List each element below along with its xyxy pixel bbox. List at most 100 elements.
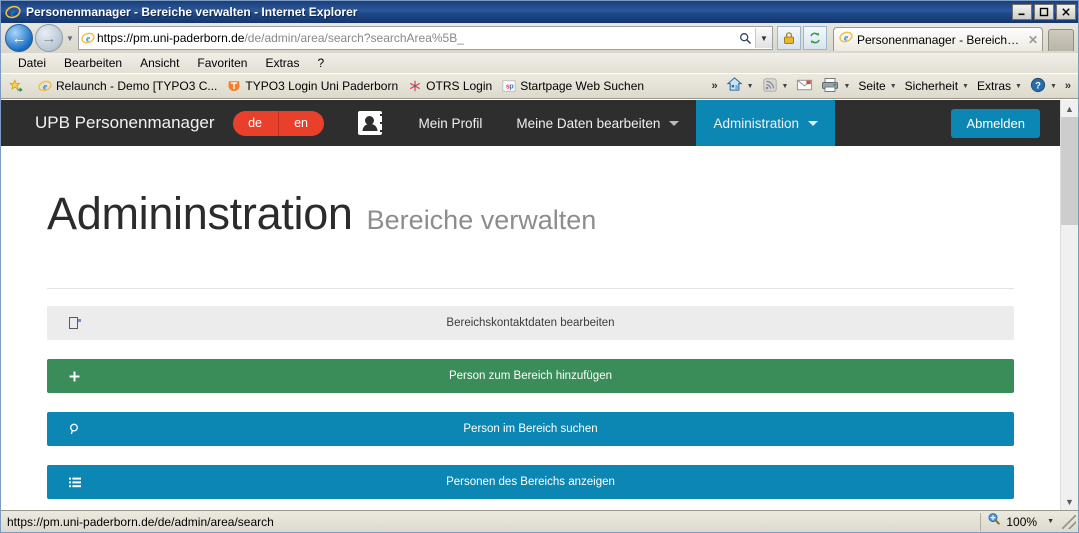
favorite-label: Relaunch - Demo [TYPO3 C... xyxy=(56,79,218,93)
favorite-label: OTRS Login xyxy=(426,79,493,93)
svg-text:p: p xyxy=(510,84,514,91)
nav-item-mein-profil[interactable]: Mein Profil xyxy=(402,100,500,146)
feeds-caret-icon[interactable]: ▼ xyxy=(782,83,789,90)
nav-item-administration[interactable]: Administration xyxy=(696,100,835,146)
action-list: Bereichskontaktdaten bearbeiten Person z… xyxy=(47,289,1014,499)
action-label: Personen des Bereichs anzeigen xyxy=(446,476,615,488)
help-menu-button[interactable]: ? ▼ xyxy=(1026,77,1061,96)
tools-menu-button[interactable]: Extras ▼ xyxy=(973,79,1026,93)
security-lock-button[interactable] xyxy=(777,26,801,50)
menu-ansicht[interactable]: Ansicht xyxy=(131,56,188,70)
otrs-icon xyxy=(408,79,422,93)
new-tab-button[interactable] xyxy=(1048,29,1074,51)
browser-window: e Personenmanager - Bereiche verwalten -… xyxy=(0,0,1079,533)
ie-icon: e xyxy=(38,79,52,93)
page-title-subtitle: Bereiche verwalten xyxy=(366,205,597,235)
logout-button[interactable]: Abmelden xyxy=(951,108,1040,138)
menu-favoriten[interactable]: Favoriten xyxy=(188,56,256,70)
forward-button[interactable]: → xyxy=(35,24,63,52)
address-bar[interactable]: e https://pm.uni-paderborn.de/de/admin/a… xyxy=(78,26,773,50)
language-option-en[interactable]: en xyxy=(277,110,324,136)
search-icon xyxy=(69,423,81,435)
address-book-icon[interactable] xyxy=(357,111,384,135)
tab-favicon: e xyxy=(839,30,853,49)
tab-close-icon[interactable]: ✕ xyxy=(1028,33,1038,47)
scrollbar-track[interactable] xyxy=(1061,117,1078,493)
address-scheme: https:// xyxy=(97,31,134,45)
command-overflow-icon[interactable]: » xyxy=(1061,80,1075,92)
language-switcher: de en xyxy=(232,110,324,136)
plus-icon xyxy=(69,371,80,382)
back-button[interactable]: ← xyxy=(5,24,33,52)
address-host: pm.uni-paderborn.de xyxy=(133,31,245,45)
favorite-typo3-login[interactable]: TYPO3 Login Uni Paderborn xyxy=(222,79,403,93)
app-brand[interactable]: UPB Personenmanager xyxy=(35,100,233,146)
menu-bar: Datei Bearbeiten Ansicht Favoriten Extra… xyxy=(1,53,1078,73)
menu-datei[interactable]: Datei xyxy=(9,56,55,70)
address-dropdown-icon[interactable]: ▼ xyxy=(755,28,772,48)
action-person-zum-bereich-hinzufuegen[interactable]: Person zum Bereich hinzufügen xyxy=(47,359,1014,393)
page-caret-icon[interactable]: ▼ xyxy=(890,83,897,90)
minimize-button[interactable] xyxy=(1012,4,1032,20)
action-label: Person zum Bereich hinzufügen xyxy=(448,370,612,382)
browser-toolbar: ← → ▼ e https://pm.uni-paderborn.de/de/a… xyxy=(1,23,1078,53)
favorites-overflow-icon[interactable]: » xyxy=(707,80,721,92)
page-viewport: UPB Personenmanager de en Mein Profil Me… xyxy=(1,99,1078,510)
scroll-down-button[interactable]: ▼ xyxy=(1061,493,1078,510)
refresh-button[interactable] xyxy=(803,26,827,50)
scrollbar-thumb[interactable] xyxy=(1061,117,1078,225)
zoom-caret-icon[interactable]: ▼ xyxy=(1047,518,1054,525)
chevron-down-icon xyxy=(807,120,818,126)
favorite-otrs-login[interactable]: OTRS Login xyxy=(403,79,497,93)
home-button[interactable]: ▼ xyxy=(722,76,758,96)
print-button[interactable]: ▼ xyxy=(817,77,854,96)
startpage-icon: s p xyxy=(502,79,516,93)
favorite-startpage[interactable]: s p Startpage Web Suchen xyxy=(497,79,649,93)
security-caret-icon[interactable]: ▼ xyxy=(962,83,969,90)
feeds-button[interactable]: ▼ xyxy=(758,77,793,96)
action-bereichskontaktdaten-bearbeiten[interactable]: Bereichskontaktdaten bearbeiten xyxy=(47,306,1014,340)
nav-item-meine-daten-bearbeiten[interactable]: Meine Daten bearbeiten xyxy=(499,100,696,146)
security-menu-button[interactable]: Sicherheit ▼ xyxy=(901,79,973,93)
browser-tab[interactable]: e Personenmanager - Bereiche... ✕ xyxy=(833,27,1043,51)
status-bar: https://pm.uni-paderborn.de/de/admin/are… xyxy=(1,510,1078,532)
nav-label: Mein Profil xyxy=(418,115,483,131)
menu-bearbeiten[interactable]: Bearbeiten xyxy=(55,56,131,70)
action-person-im-bereich-suchen[interactable]: Person im Bereich suchen xyxy=(47,412,1014,446)
chevron-down-icon xyxy=(669,120,680,126)
favorite-relaunch-demo[interactable]: e Relaunch - Demo [TYPO3 C... xyxy=(33,79,222,93)
menu-help[interactable]: ? xyxy=(308,56,333,70)
edit-icon xyxy=(69,317,81,329)
address-search-icon[interactable] xyxy=(735,32,755,45)
svg-text:e: e xyxy=(86,34,90,44)
home-icon xyxy=(726,76,743,96)
page-menu-button[interactable]: Seite ▼ xyxy=(854,79,900,93)
help-caret-icon[interactable]: ▼ xyxy=(1050,83,1057,90)
nav-label: Meine Daten bearbeiten xyxy=(516,115,661,131)
home-caret-icon[interactable]: ▼ xyxy=(747,83,754,90)
resize-grip[interactable] xyxy=(1062,514,1076,529)
tab-title: Personenmanager - Bereiche... xyxy=(857,32,1022,47)
tools-caret-icon[interactable]: ▼ xyxy=(1015,83,1022,90)
page-scrollbar[interactable]: ▲ ▼ xyxy=(1060,100,1078,510)
language-option-de[interactable]: de xyxy=(233,111,278,136)
typo3-icon xyxy=(227,79,241,93)
address-path: /de/admin/area/search?searchArea%5B_ xyxy=(244,31,464,45)
menu-extras[interactable]: Extras xyxy=(256,56,308,70)
read-mail-button[interactable] xyxy=(792,78,817,95)
close-button[interactable] xyxy=(1056,4,1076,20)
action-personen-des-bereichs-anzeigen[interactable]: Personen des Bereichs anzeigen xyxy=(47,465,1014,499)
scroll-up-button[interactable]: ▲ xyxy=(1061,100,1078,117)
action-label: Bereichskontaktdaten bearbeiten xyxy=(446,317,615,329)
favorites-star-icon xyxy=(9,78,24,94)
favorites-bar: e Relaunch - Demo [TYPO3 C... TYPO3 Logi… xyxy=(1,73,1078,99)
add-favorite-button[interactable] xyxy=(4,78,33,94)
history-dropdown-icon[interactable]: ▼ xyxy=(63,25,77,51)
web-page: UPB Personenmanager de en Mein Profil Me… xyxy=(1,100,1060,510)
tab-strip: e Personenmanager - Bereiche... ✕ xyxy=(833,25,1074,51)
zoom-control[interactable]: 100% ▼ xyxy=(980,512,1058,531)
print-caret-icon[interactable]: ▼ xyxy=(843,83,850,90)
address-text[interactable]: https://pm.uni-paderborn.de/de/admin/are… xyxy=(97,31,735,45)
site-icon: e xyxy=(79,31,97,45)
maximize-button[interactable] xyxy=(1034,4,1054,20)
